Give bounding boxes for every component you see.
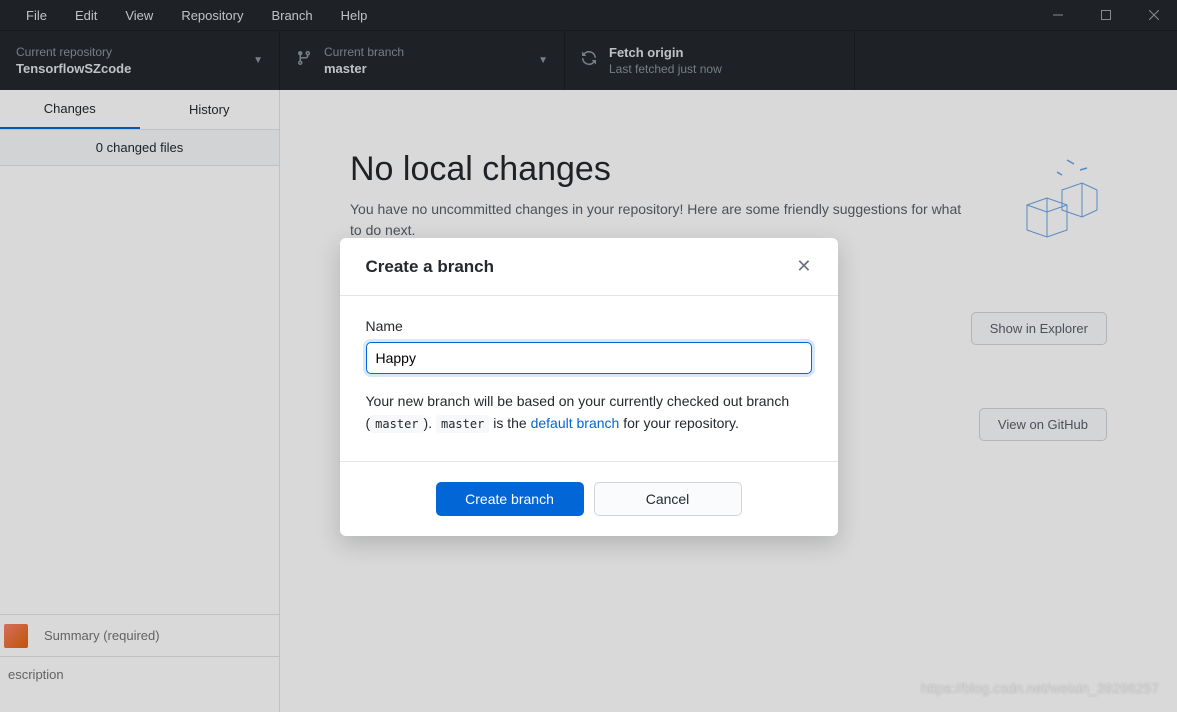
default-branch-link[interactable]: default branch [531,415,620,431]
dialog-title: Create a branch [366,257,495,277]
create-branch-dialog: Create a branch ✕ Name Your new branch w… [340,238,838,536]
watermark: https://blog.csdn.net/weixin_39296257 [921,680,1159,696]
create-branch-button[interactable]: Create branch [436,482,584,516]
close-icon[interactable]: ✕ [796,256,811,277]
dialog-hint: Your new branch will be based on your cu… [366,390,812,435]
cancel-button[interactable]: Cancel [594,482,742,516]
name-label: Name [366,318,812,334]
branch-name-input[interactable] [366,342,812,374]
